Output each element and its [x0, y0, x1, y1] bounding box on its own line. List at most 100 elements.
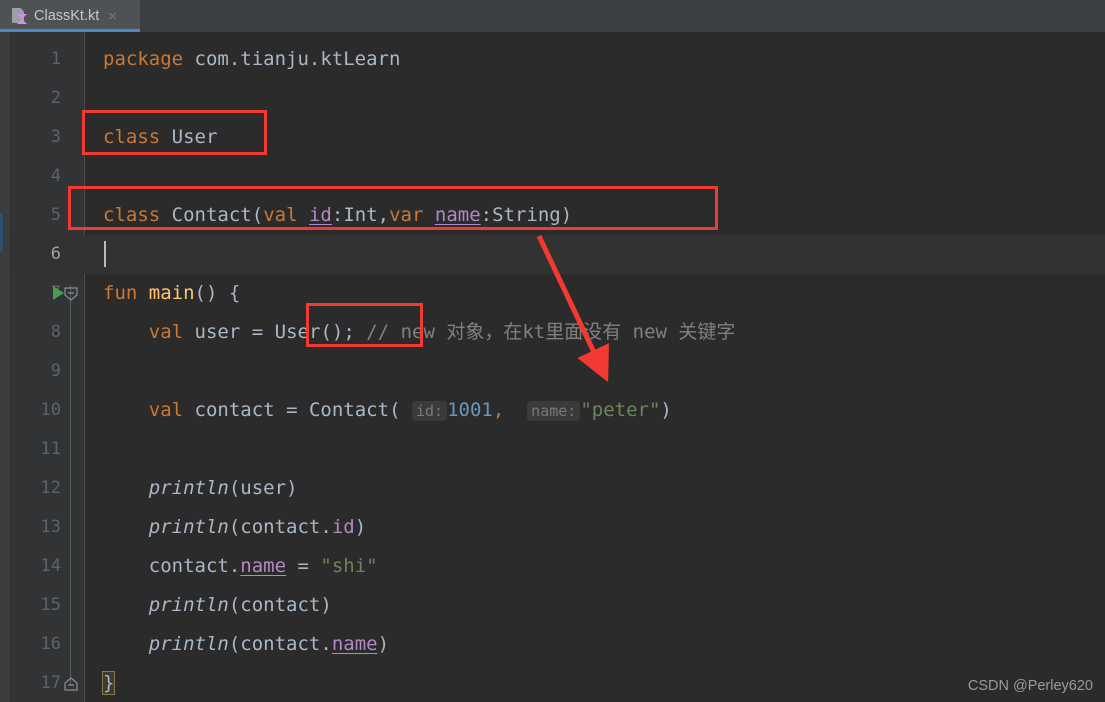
token-paren: ): [206, 282, 218, 304]
code-line[interactable]: 14 contact.name = "shi": [0, 547, 1105, 586]
token-paren: ): [320, 594, 332, 616]
code-line[interactable]: 13 println(contact.id): [0, 508, 1105, 547]
token-paren: (: [228, 516, 241, 538]
kotlin-file-icon: [12, 8, 27, 24]
token-equals: =: [297, 555, 309, 577]
line-number: 13: [40, 517, 61, 537]
token-paren: ): [377, 633, 390, 655]
token-paren: (: [228, 594, 241, 616]
line-content: package com.tianju.ktLearn: [103, 40, 400, 79]
line-number: 6: [50, 244, 61, 264]
line-content: class Contact(val id:Int,var name:String…: [103, 196, 572, 235]
line-number: 8: [50, 322, 61, 342]
token-var-contact: contact: [240, 594, 321, 616]
line-content: val user = User(); // new 对象，在kt里面没有 new…: [103, 313, 736, 352]
line-number: 15: [40, 595, 61, 615]
code-line[interactable]: 10 val contact = Contact( id: 1001, name:…: [0, 391, 1105, 430]
line-number: 2: [50, 88, 61, 108]
line-content: }: [101, 664, 116, 702]
code-line[interactable]: 2: [0, 79, 1105, 118]
param-hint-name: name:: [527, 401, 581, 421]
token-var-contact: contact: [240, 516, 321, 538]
token-keyword: package: [103, 48, 184, 70]
token-paren: ): [560, 204, 573, 226]
token-paren: (: [389, 399, 401, 421]
token-paren: (: [194, 282, 206, 304]
token-function-println: println: [148, 594, 229, 616]
token-field-name: name: [240, 555, 287, 577]
code-line[interactable]: 17 }: [0, 664, 1105, 702]
token-var-contact: contact: [240, 633, 321, 655]
token-param-name: name: [434, 204, 481, 226]
line-number: 3: [50, 127, 61, 147]
line-number: 5: [50, 205, 61, 225]
param-hint-id: id:: [411, 401, 448, 421]
token-paren: (: [228, 477, 241, 499]
fold-end-icon[interactable]: [64, 677, 78, 691]
code-line[interactable]: 11: [0, 430, 1105, 469]
code-editor[interactable]: 1 package com.tianju.ktLearn 2 3 class U…: [0, 32, 1105, 702]
token-paren: ): [286, 477, 298, 499]
line-content: class User: [103, 118, 217, 157]
token-equals: =: [251, 321, 264, 343]
token-var-user: user: [240, 477, 287, 499]
line-content: println(contact.name): [103, 625, 389, 664]
token-var-contact: contact: [194, 399, 275, 421]
fold-collapse-icon[interactable]: [64, 287, 78, 301]
code-line[interactable]: 5 class Contact(val id:Int,var name:Stri…: [0, 196, 1105, 235]
code-line[interactable]: 1 package com.tianju.ktLearn: [0, 40, 1105, 79]
token-keyword-val: val: [148, 399, 184, 421]
token-comment: // new 对象，在kt里面没有 new 关键字: [366, 321, 736, 343]
code-line[interactable]: 7 fun main() {: [0, 274, 1105, 313]
token-type-contact: Contact: [171, 204, 252, 226]
token-equals: =: [286, 399, 298, 421]
token-dot: .: [228, 555, 241, 577]
line-number: 4: [50, 166, 61, 186]
token-function-main: main: [148, 282, 195, 304]
token-keyword: class: [103, 126, 161, 148]
code-line[interactable]: 3 class User: [0, 118, 1105, 157]
code-line[interactable]: 12 println(user): [0, 469, 1105, 508]
token-keyword-val: val: [263, 204, 298, 226]
line-number: 14: [40, 556, 61, 576]
tab-bar: ClassKt.kt ×: [0, 0, 1105, 32]
token-function-println: println: [148, 633, 229, 655]
code-line[interactable]: 9: [0, 352, 1105, 391]
tab-classkt[interactable]: ClassKt.kt ×: [0, 0, 140, 32]
run-main-icon[interactable]: [53, 286, 64, 300]
token-package-name: com.tianju.ktLearn: [194, 48, 401, 70]
line-content: fun main() {: [103, 274, 240, 313]
token-type-user: User: [274, 321, 321, 343]
tab-title: ClassKt.kt: [34, 8, 100, 24]
line-number: 11: [40, 439, 61, 459]
token-keyword-fun: fun: [103, 282, 138, 304]
token-dot: .: [320, 516, 332, 538]
token-string-peter: "peter": [580, 399, 661, 421]
token-function-println: println: [148, 477, 229, 499]
token-semicolon: ;: [343, 321, 355, 343]
code-line[interactable]: 15 println(contact): [0, 586, 1105, 625]
token-comma: ,: [492, 399, 505, 421]
line-number: 9: [50, 361, 61, 381]
token-function-println: println: [148, 516, 229, 538]
watermark: CSDN @Perley620: [967, 678, 1093, 694]
token-paren: (: [228, 633, 241, 655]
token-paren: ): [331, 321, 344, 343]
code-line[interactable]: 16 println(contact.name): [0, 625, 1105, 664]
code-line[interactable]: 4: [0, 157, 1105, 196]
editor-window: ClassKt.kt × 1 package com.tianju.ktLear…: [0, 0, 1105, 702]
code-line-active[interactable]: 6: [0, 235, 1105, 274]
token-comma: ,: [377, 204, 390, 226]
token-type-contact: Contact: [308, 399, 390, 421]
token-field-name: name: [331, 633, 378, 655]
code-line[interactable]: 8 val user = User(); // new 对象，在kt里面没有 n…: [0, 313, 1105, 352]
token-colon: :: [331, 204, 344, 226]
token-var-contact: contact: [148, 555, 229, 577]
token-colon: :: [480, 204, 493, 226]
close-icon[interactable]: ×: [108, 9, 117, 24]
text-caret: [104, 241, 106, 267]
line-content: println(contact.id): [103, 508, 366, 547]
token-type-string: String: [492, 204, 561, 226]
line-number: 1: [50, 49, 61, 69]
line-number: 12: [40, 478, 61, 498]
